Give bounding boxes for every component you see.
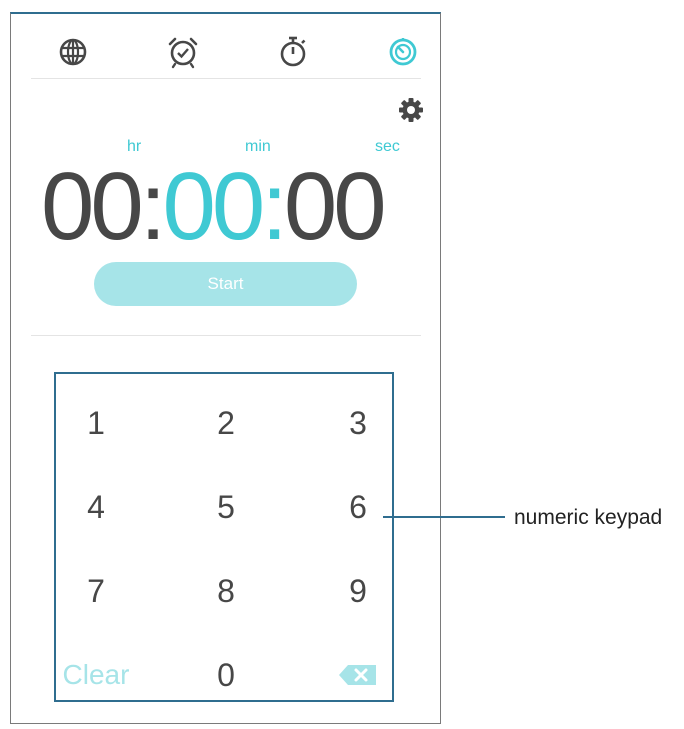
- timer-screen: hr min sec 00:00:00 Start 1 2 3 4 5 6 7 …: [10, 12, 441, 724]
- key-9[interactable]: 9: [318, 566, 398, 616]
- key-4[interactable]: 4: [56, 482, 136, 532]
- alarm-clock-icon: [168, 37, 198, 69]
- start-button[interactable]: Start: [94, 262, 357, 306]
- timer-icon: [389, 38, 417, 66]
- time-separator: :: [261, 153, 288, 260]
- backspace-icon: [339, 665, 376, 685]
- callout-line: [383, 516, 505, 518]
- globe-icon: [59, 38, 87, 66]
- key-8[interactable]: 8: [186, 566, 266, 616]
- time-separator: :: [139, 153, 167, 260]
- key-0[interactable]: 0: [186, 650, 266, 700]
- timer-display: 00:00:00: [41, 152, 411, 262]
- key-1[interactable]: 1: [56, 398, 136, 448]
- key-5[interactable]: 5: [186, 482, 266, 532]
- callout-label: numeric keypad: [514, 506, 663, 529]
- numeric-keypad: 1 2 3 4 5 6 7 8 9 Clear 0: [54, 372, 394, 702]
- hours-value[interactable]: 00: [41, 153, 144, 260]
- key-6[interactable]: 6: [318, 482, 398, 532]
- gear-icon[interactable]: [397, 96, 425, 124]
- seconds-value[interactable]: 00: [284, 153, 387, 260]
- tab-world-clock[interactable]: [53, 32, 93, 72]
- tab-stopwatch[interactable]: [273, 32, 313, 72]
- key-3[interactable]: 3: [318, 398, 398, 448]
- tab-timer[interactable]: [383, 32, 423, 72]
- key-2[interactable]: 2: [186, 398, 266, 448]
- tab-bar: [31, 24, 421, 79]
- divider: [31, 335, 421, 336]
- minutes-value[interactable]: 00: [162, 153, 265, 260]
- tab-alarm[interactable]: [163, 32, 203, 72]
- key-7[interactable]: 7: [56, 566, 136, 616]
- stopwatch-icon: [280, 36, 306, 67]
- clear-button[interactable]: Clear: [56, 650, 136, 700]
- backspace-button[interactable]: [318, 650, 398, 700]
